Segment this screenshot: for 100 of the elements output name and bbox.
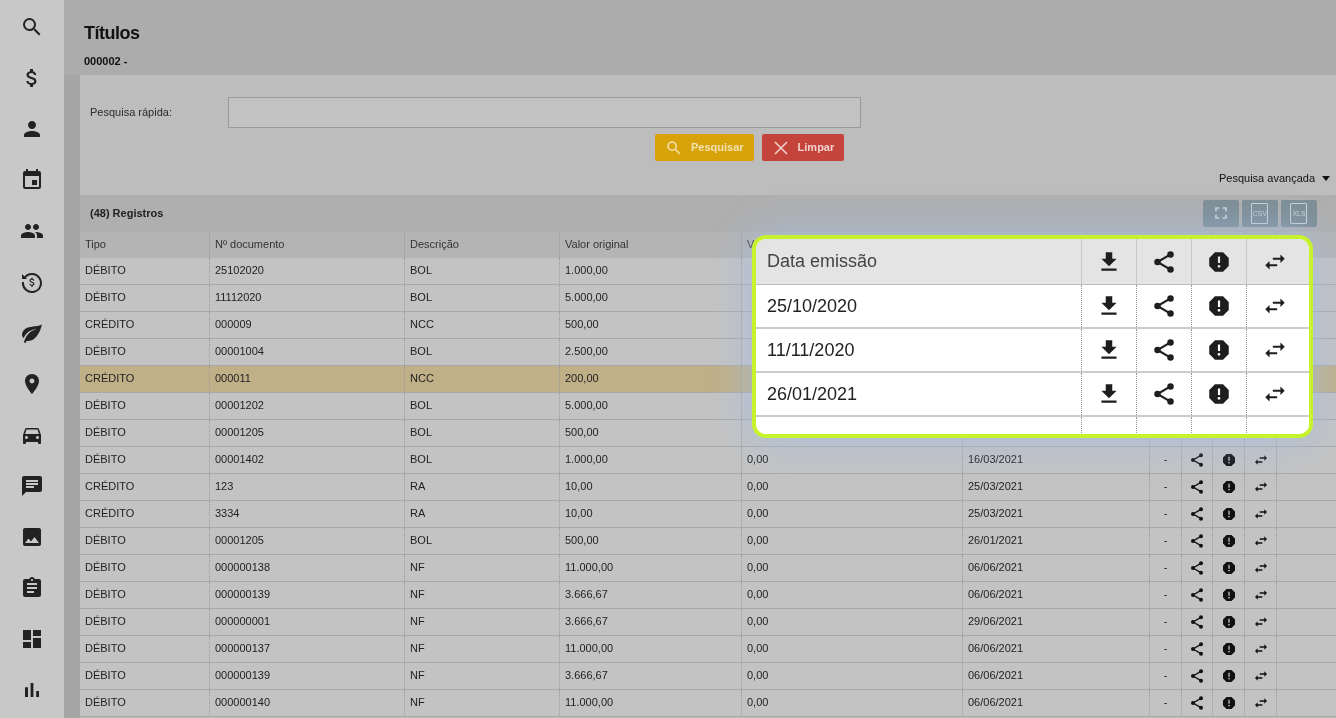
table-cell-text: DÉBITO bbox=[85, 533, 126, 549]
share-icon[interactable] bbox=[1189, 586, 1205, 603]
table-cell-text: 00001004 bbox=[215, 344, 264, 360]
share-icon[interactable] bbox=[1189, 613, 1205, 630]
share-icon[interactable] bbox=[1151, 293, 1177, 319]
share-icon[interactable] bbox=[1189, 532, 1205, 549]
leaf-icon[interactable] bbox=[20, 321, 44, 345]
table-cell-text: DÉBITO bbox=[85, 614, 126, 630]
alert-icon[interactable] bbox=[1220, 640, 1237, 657]
table-cell-text: - bbox=[1163, 479, 1168, 495]
search-field[interactable] bbox=[228, 97, 861, 128]
money-cycle-icon[interactable] bbox=[20, 270, 44, 294]
table-cell-text: 5.000,00 bbox=[565, 290, 608, 306]
table-cell-text: RA bbox=[410, 506, 426, 522]
alert-icon[interactable] bbox=[1220, 667, 1237, 684]
alert-icon[interactable] bbox=[1220, 505, 1237, 522]
table-cell-text: RA bbox=[410, 479, 426, 495]
table-cell-text: - bbox=[1163, 506, 1168, 522]
share-icon[interactable] bbox=[1151, 381, 1177, 407]
share-icon[interactable] bbox=[1151, 337, 1177, 363]
table-cell-text: 06/06/2021 bbox=[968, 641, 1024, 657]
share-icon[interactable] bbox=[1189, 640, 1205, 657]
table-cell-text: 11.000,00 bbox=[565, 695, 614, 711]
table-cell-text: 3.666,67 bbox=[565, 587, 608, 603]
table-cell-text: 0,00 bbox=[747, 479, 769, 495]
table-cell-text: BOL bbox=[410, 290, 432, 306]
table-cell-text: 000000140 bbox=[215, 695, 271, 711]
column-header[interactable]: Valor original bbox=[565, 236, 629, 253]
table-row[interactable]: CRÉDITO 3334 RA 10,00 0,00 25/03/2021 - bbox=[80, 500, 1336, 528]
table-cell-text: 500,00 bbox=[565, 425, 599, 441]
table-row[interactable]: DÉBITO 000000137 NF 11.000,00 0,00 06/06/2021 - bbox=[80, 635, 1336, 663]
table-cell-text: DÉBITO bbox=[85, 263, 126, 279]
table-cell-text: 5.000,00 bbox=[565, 398, 608, 414]
table-title: (48) Registros bbox=[90, 205, 164, 221]
table-cell-text: 00001202 bbox=[215, 398, 264, 414]
table-cell-text: 06/06/2021 bbox=[968, 560, 1024, 576]
column-header[interactable]: Descrição bbox=[410, 236, 459, 253]
alert-icon[interactable] bbox=[1220, 613, 1237, 630]
alert-icon[interactable] bbox=[1206, 337, 1232, 363]
table-cell-text: BOL bbox=[410, 263, 432, 279]
table-cell-text: 123 bbox=[215, 479, 234, 495]
table-cell-text: DÉBITO bbox=[85, 641, 126, 657]
table-cell-text: 0,00 bbox=[747, 695, 769, 711]
table-cell-text: DÉBITO bbox=[85, 587, 126, 603]
table-cell-text: 500,00 bbox=[565, 533, 599, 549]
table-cell-text: 2.500,00 bbox=[565, 344, 608, 360]
alert-icon[interactable] bbox=[1220, 586, 1237, 603]
share-icon[interactable] bbox=[1189, 559, 1205, 576]
search-icon bbox=[665, 138, 683, 157]
alert-icon[interactable] bbox=[1206, 381, 1232, 407]
close-icon bbox=[771, 138, 790, 157]
table-row[interactable]: DÉBITO 000000139 NF 3.666,67 0,00 06/06/2021 - bbox=[80, 662, 1336, 690]
table-cell-text: 10,00 bbox=[565, 479, 593, 495]
table-cell-text: DÉBITO bbox=[85, 290, 126, 306]
share-icon[interactable] bbox=[1189, 478, 1205, 495]
table-cell-text: 000000138 bbox=[215, 560, 271, 576]
table-row[interactable]: DÉBITO 000000138 NF 11.000,00 0,00 06/06/2021 - bbox=[80, 554, 1336, 582]
table-cell-text: 06/06/2021 bbox=[968, 695, 1024, 711]
share-icon[interactable] bbox=[1189, 505, 1205, 522]
share-icon[interactable] bbox=[1189, 694, 1205, 711]
image-icon[interactable] bbox=[20, 525, 44, 549]
clipboard-icon[interactable] bbox=[20, 576, 44, 600]
calendar-icon[interactable] bbox=[20, 168, 44, 192]
table-cell-text: BOL bbox=[410, 533, 432, 549]
table-row[interactable]: CRÉDITO 123 RA 10,00 0,00 25/03/2021 - bbox=[80, 473, 1336, 501]
share-icon[interactable] bbox=[1189, 667, 1205, 684]
table-cell-text: DÉBITO bbox=[85, 344, 126, 360]
dashboard-icon[interactable] bbox=[20, 627, 44, 651]
table-cell-text: NF bbox=[410, 587, 425, 603]
table-cell-text: 0,00 bbox=[747, 614, 769, 630]
table-cell-text: 25/03/2021 bbox=[968, 479, 1024, 495]
alert-icon[interactable] bbox=[1220, 451, 1237, 468]
column-header[interactable]: Tipo bbox=[85, 236, 106, 253]
advanced-search-link[interactable]: Pesquisa avançada bbox=[1219, 170, 1330, 187]
table-cell-text: NCC bbox=[410, 371, 434, 387]
table-cell-text: 0,00 bbox=[747, 506, 769, 522]
table-cell-text: 29/06/2021 bbox=[968, 614, 1024, 630]
table-cell-text: NCC bbox=[410, 317, 434, 333]
table-cell-text: - bbox=[1163, 695, 1168, 711]
alert-icon[interactable] bbox=[1220, 694, 1237, 711]
table-row[interactable]: DÉBITO 000000139 NF 3.666,67 0,00 06/06/2021 - bbox=[80, 581, 1336, 609]
table-row[interactable]: DÉBITO 00001402 BOL 1.000,00 0,00 16/03/2021 - bbox=[80, 446, 1336, 474]
alert-icon[interactable] bbox=[1220, 532, 1237, 549]
alert-icon[interactable] bbox=[1206, 293, 1232, 319]
table-cell-text: 06/06/2021 bbox=[968, 587, 1024, 603]
column-header[interactable]: Nº documento bbox=[215, 236, 285, 253]
alert-icon[interactable] bbox=[1220, 478, 1237, 495]
share-icon[interactable] bbox=[1189, 451, 1205, 468]
clear-button[interactable]: Limpar bbox=[761, 134, 845, 161]
table-cell-text: 10,00 bbox=[565, 506, 593, 522]
alert-icon[interactable] bbox=[1220, 559, 1237, 576]
column-header[interactable]: V bbox=[747, 236, 755, 253]
table-row[interactable]: DÉBITO 000000140 NF 11.000,00 0,00 06/06/2021 - bbox=[80, 689, 1336, 717]
table-cell-text: BOL bbox=[410, 452, 432, 468]
table-row[interactable]: DÉBITO 000000001 NF 3.666,67 0,00 29/06/2021 - bbox=[80, 608, 1336, 636]
table-cell-text: 11.000,00 bbox=[565, 641, 614, 657]
table-row[interactable]: DÉBITO 00001205 BOL 500,00 0,00 26/01/2021 - bbox=[80, 527, 1336, 555]
table-cell-text: DÉBITO bbox=[85, 452, 126, 468]
chat-icon[interactable] bbox=[20, 474, 44, 498]
table-cell-text: 00001205 bbox=[215, 533, 264, 549]
